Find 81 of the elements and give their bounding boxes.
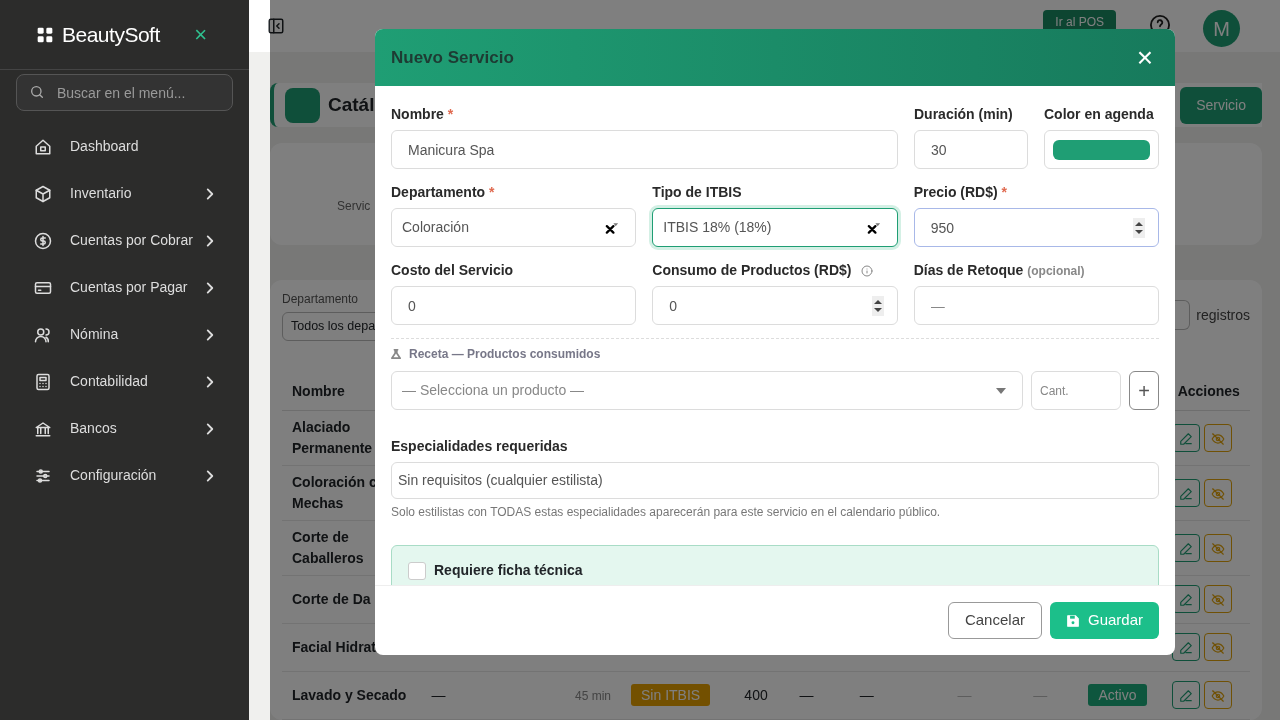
quantity-field[interactable]: Cant.: [1031, 371, 1121, 410]
search-field[interactable]: Buscar en el menú...: [16, 74, 233, 111]
bank-icon: [34, 419, 52, 438]
eye-off-icon: [1210, 689, 1225, 704]
field-label: Días de Retoque (opcional): [913, 261, 1086, 280]
edit-icon: [1178, 641, 1193, 656]
field-label: Nombre *: [391, 105, 455, 124]
modal-title: Nuevo Servicio: [391, 46, 514, 69]
sidebar-item[interactable]: Contabilidad: [0, 358, 249, 405]
logo-icon: [36, 26, 54, 43]
table-cell: —: [799, 686, 814, 703]
dropdown-icon: [996, 387, 1006, 394]
search-icon: [29, 84, 45, 100]
dollar-icon: [34, 231, 52, 250]
edit-icon: [1178, 431, 1193, 446]
field-label: Costo del Servicio: [391, 261, 515, 280]
flask-icon: [391, 348, 401, 360]
table-cell: —: [431, 686, 446, 703]
field-label: Color en agenda: [1044, 105, 1155, 124]
brand-name: BeautySoft: [62, 21, 160, 48]
eye-off-icon: [1210, 486, 1225, 501]
input-field[interactable]: —: [913, 286, 1159, 325]
select-field[interactable]: Coloración: [391, 208, 637, 247]
filter-label: Departamento: [282, 291, 359, 308]
add-button[interactable]: +: [1129, 371, 1159, 410]
close-button[interactable]: ×: [188, 22, 213, 47]
sidebar-item[interactable]: Bancos: [0, 405, 249, 452]
checkbox-label: Requiere ficha técnica: [434, 561, 583, 580]
status-badge: Activo: [1088, 683, 1147, 706]
cancel-button[interactable]: Cancelar: [947, 602, 1042, 639]
eye-off-icon: [1210, 641, 1225, 656]
edit-icon: [1178, 486, 1193, 501]
save-icon: [1065, 613, 1080, 628]
sliders-icon: [34, 466, 52, 485]
table-cell: —: [859, 686, 874, 703]
calculator-icon: [34, 372, 52, 391]
table-cell: 400: [744, 686, 768, 703]
sidebar-item[interactable]: Inventario: [0, 170, 249, 217]
input-field[interactable]: 30: [914, 130, 1028, 169]
sidebar-toggle-icon: [267, 17, 285, 35]
edit-button[interactable]: [1171, 633, 1200, 662]
table-cell: 45 min: [575, 688, 611, 703]
input-field[interactable]: 950: [913, 208, 1159, 247]
stat-label: Servic: [337, 199, 371, 213]
edit-icon: [1178, 541, 1193, 556]
input-field[interactable]: Manicura Spa: [391, 130, 898, 169]
select-field[interactable]: ITBIS 18% (18%): [652, 208, 898, 247]
input-field[interactable]: 0: [391, 286, 637, 325]
sidebar-item[interactable]: Configuración: [0, 452, 249, 499]
page-title: Catál: [328, 92, 375, 117]
field-label: Departamento *: [391, 183, 496, 202]
users-icon: [34, 325, 52, 344]
sidebar-item[interactable]: Cuentas por Cobrar: [0, 217, 249, 264]
field-label: Tipo de ITBIS: [652, 183, 743, 202]
edit-icon: [1178, 689, 1193, 704]
itbis-badge: Sin ITBIS: [631, 683, 711, 706]
home-icon: [34, 137, 52, 156]
close-button[interactable]: ×: [1130, 42, 1159, 73]
service-icon: [285, 87, 320, 123]
field-label: Precio (RD$) *: [913, 183, 1009, 202]
eye-off-icon: [1210, 541, 1225, 556]
eye-off-icon: [1210, 593, 1225, 608]
section-label: Receta — Productos consumidos: [409, 346, 601, 363]
field-label: Duración (min): [914, 105, 1014, 124]
sidebar-item[interactable]: Nómina: [0, 311, 249, 358]
sidebar-item[interactable]: Dashboard: [0, 123, 249, 170]
field-label: Consumo de Productos (RD$): [652, 260, 898, 281]
specialties-field[interactable]: Sin requisitos (cualquier estilista): [391, 462, 1159, 499]
table-cell: —: [1033, 686, 1048, 703]
hide-button[interactable]: [1203, 681, 1232, 710]
cube-icon: [34, 184, 52, 203]
eye-off-icon: [1210, 431, 1225, 446]
sidebar-item[interactable]: Cuentas por Pagar: [0, 264, 249, 311]
edit-icon: [1178, 593, 1193, 608]
product-select[interactable]: — Selecciona un producto —: [391, 371, 1023, 410]
table-cell: —: [957, 686, 972, 703]
service-name: Lavado y Secado: [282, 671, 422, 720]
color-field[interactable]: [1044, 130, 1159, 169]
registros-label: registros: [1196, 305, 1250, 325]
checkbox[interactable]: [408, 561, 426, 580]
input-field[interactable]: 0: [652, 286, 898, 325]
